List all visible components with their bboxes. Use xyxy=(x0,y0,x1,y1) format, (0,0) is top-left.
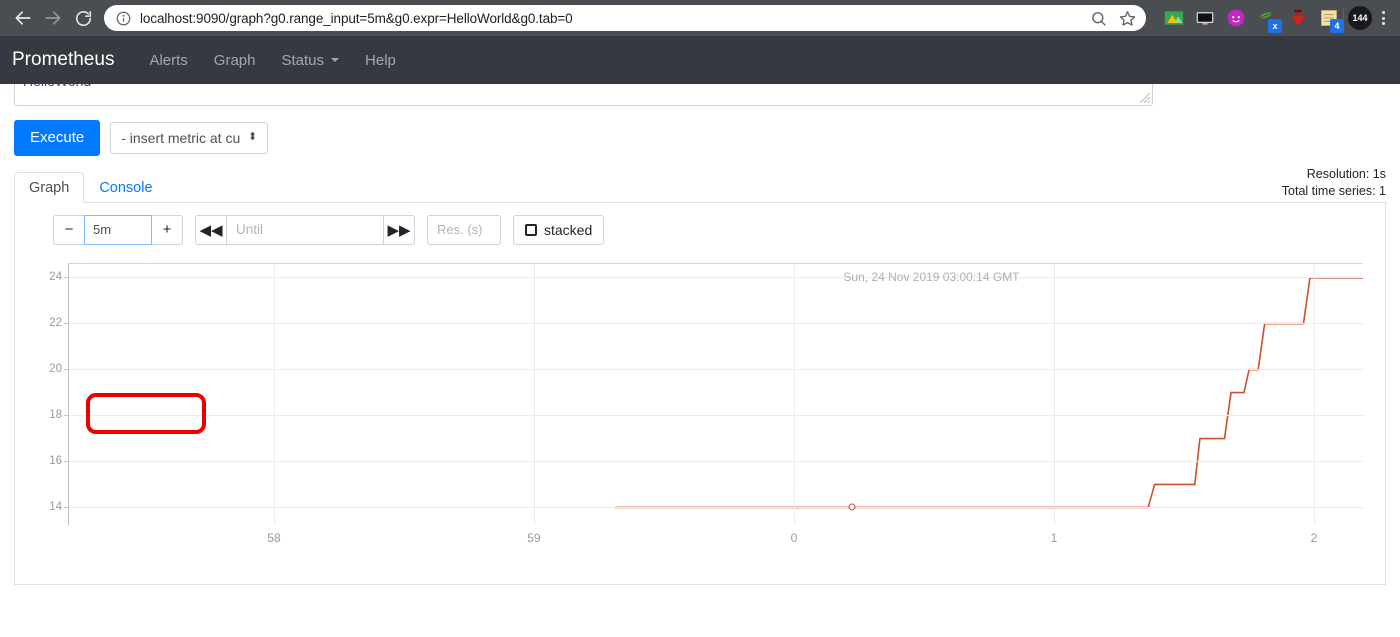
y-axis-label: 20 xyxy=(49,363,62,376)
profile-avatar[interactable]: 144 xyxy=(1348,6,1372,30)
search-icon[interactable] xyxy=(1090,10,1107,27)
forward-arrow-icon xyxy=(45,11,61,25)
nav-label: Help xyxy=(365,51,396,69)
down-arrow-icon xyxy=(1291,9,1305,26)
y-axis-tick xyxy=(64,369,69,371)
monitor-icon xyxy=(1196,12,1214,25)
extension-icons: x 4 xyxy=(1154,8,1344,33)
image-extension-icon[interactable] xyxy=(1164,8,1184,28)
back-button[interactable] xyxy=(8,3,38,33)
chart-date-label: Sun, 24 Nov 2019 03:00:14 GMT xyxy=(843,269,1020,284)
range-stepper: − + xyxy=(53,214,183,245)
nav-link-help[interactable]: Help xyxy=(352,52,409,69)
kebab-menu-icon[interactable] xyxy=(1374,11,1392,25)
metric-select-value: - insert metric at cu xyxy=(121,129,241,146)
tab-console[interactable]: Console xyxy=(84,172,167,203)
purple-smiley-icon xyxy=(1227,9,1245,27)
expression-input[interactable]: HelloWorld xyxy=(14,84,1153,106)
chevron-down-icon xyxy=(331,58,340,62)
expression-row: HelloWorld xyxy=(14,84,1386,106)
hover-point-marker xyxy=(848,503,856,511)
y-gridline xyxy=(69,507,1363,509)
y-gridline xyxy=(69,415,1363,417)
y-axis-tick xyxy=(64,507,69,509)
reload-button[interactable] xyxy=(68,3,98,33)
graph-panel: − + ◀◀ ▶▶ stacked 14 16 18 20 22 24 58 59 0 1 2 Sun… xyxy=(14,202,1386,585)
until-input[interactable] xyxy=(226,214,384,245)
y-axis-tick xyxy=(64,323,69,325)
step-backward-button[interactable]: ◀◀ xyxy=(195,214,226,245)
chat-extension-icon[interactable] xyxy=(1226,8,1246,28)
download-extension-icon[interactable] xyxy=(1288,8,1308,28)
resize-grip-icon xyxy=(1140,93,1150,103)
notes-extension-icon[interactable]: 4 xyxy=(1319,8,1344,33)
resolution-input[interactable] xyxy=(427,214,501,245)
series-line xyxy=(69,264,1363,526)
y-gridline xyxy=(69,461,1363,463)
y-axis-label: 14 xyxy=(49,501,62,514)
extension-badge: 4 xyxy=(1330,19,1344,33)
x-gridline xyxy=(1053,263,1055,525)
brand-title[interactable]: Prometheus xyxy=(12,49,136,71)
prometheus-navbar: Prometheus Alerts Graph Status Help xyxy=(0,36,1400,84)
tab-bar: Graph Console xyxy=(14,171,1386,203)
mountain-picture-icon xyxy=(1164,11,1184,25)
y-gridline xyxy=(69,323,1363,325)
page-body: HelloWorld Resolution: 1s Total time ser… xyxy=(0,84,1400,585)
y-gridline xyxy=(69,369,1363,371)
expression-value: HelloWorld xyxy=(23,84,91,89)
y-axis-label: 22 xyxy=(49,317,62,330)
x-axis-label: 0 xyxy=(790,530,798,545)
x-axis-label: 1 xyxy=(1050,530,1058,545)
until-group: ◀◀ ▶▶ xyxy=(195,214,415,245)
x-gridline xyxy=(533,263,535,525)
chart-area: 14 16 18 20 22 24 58 59 0 1 2 Sun, 24 Nov 2019 03:0… xyxy=(15,262,1385,545)
back-arrow-icon xyxy=(15,11,31,25)
stacked-label: stacked xyxy=(544,221,593,238)
nav-link-alerts[interactable]: Alerts xyxy=(136,52,200,69)
query-controls: Execute - insert metric at cu ⬍ xyxy=(14,120,1386,156)
screen-extension-icon[interactable] xyxy=(1195,8,1215,28)
metric-select[interactable]: - insert metric at cu ⬍ xyxy=(110,121,269,154)
y-axis-tick xyxy=(64,415,69,417)
x-gridline xyxy=(1314,263,1315,525)
x-axis-label: 59 xyxy=(527,530,541,545)
series-path xyxy=(615,277,1363,507)
reload-icon xyxy=(75,10,91,26)
x-axis-label: 58 xyxy=(267,530,281,545)
translate-extension-icon[interactable]: x xyxy=(1257,8,1282,33)
tab-graph[interactable]: Graph xyxy=(14,171,85,203)
y-axis-tick xyxy=(64,277,69,279)
y-axis-label: 16 xyxy=(49,455,62,468)
x-axis-label: 2 xyxy=(1310,530,1318,545)
range-toolbar: − + ◀◀ ▶▶ stacked xyxy=(15,214,1385,245)
info-circle-icon xyxy=(116,11,131,25)
chart-plot[interactable]: 14 16 18 20 22 24 58 59 0 1 2 Sun, 24 Nov 2019 03:0… xyxy=(49,262,1363,545)
y-axis-tick xyxy=(64,461,69,463)
checkbox-icon xyxy=(525,223,537,236)
url-text: localhost:9090/graph?g0.range_input=5m&g… xyxy=(140,10,573,26)
range-decrease-button[interactable]: − xyxy=(53,214,84,245)
forward-button[interactable] xyxy=(38,3,68,33)
range-input[interactable] xyxy=(84,214,152,245)
y-axis-label: 18 xyxy=(49,409,62,422)
updown-arrows-icon: ⬍ xyxy=(247,131,258,144)
extension-badge: x xyxy=(1268,19,1282,33)
nav-label: Status xyxy=(281,51,325,69)
range-increase-button[interactable]: + xyxy=(152,214,183,245)
star-icon[interactable] xyxy=(1119,10,1136,27)
x-gridline xyxy=(273,263,275,525)
step-forward-button[interactable]: ▶▶ xyxy=(384,214,415,245)
x-gridline xyxy=(793,263,795,525)
nav-label: Alerts xyxy=(149,51,188,69)
nav-link-graph[interactable]: Graph xyxy=(201,52,269,69)
browser-toolbar: localhost:9090/graph?g0.range_input=5m&g… xyxy=(0,0,1400,36)
y-gridline xyxy=(69,277,1363,279)
y-axis-label: 24 xyxy=(49,271,62,284)
address-bar[interactable]: localhost:9090/graph?g0.range_input=5m&g… xyxy=(104,5,1146,31)
nav-link-status[interactable]: Status xyxy=(269,52,353,69)
execute-button[interactable]: Execute xyxy=(14,120,101,156)
nav-label: Graph xyxy=(213,51,256,69)
stacked-toggle[interactable]: stacked xyxy=(513,214,605,245)
